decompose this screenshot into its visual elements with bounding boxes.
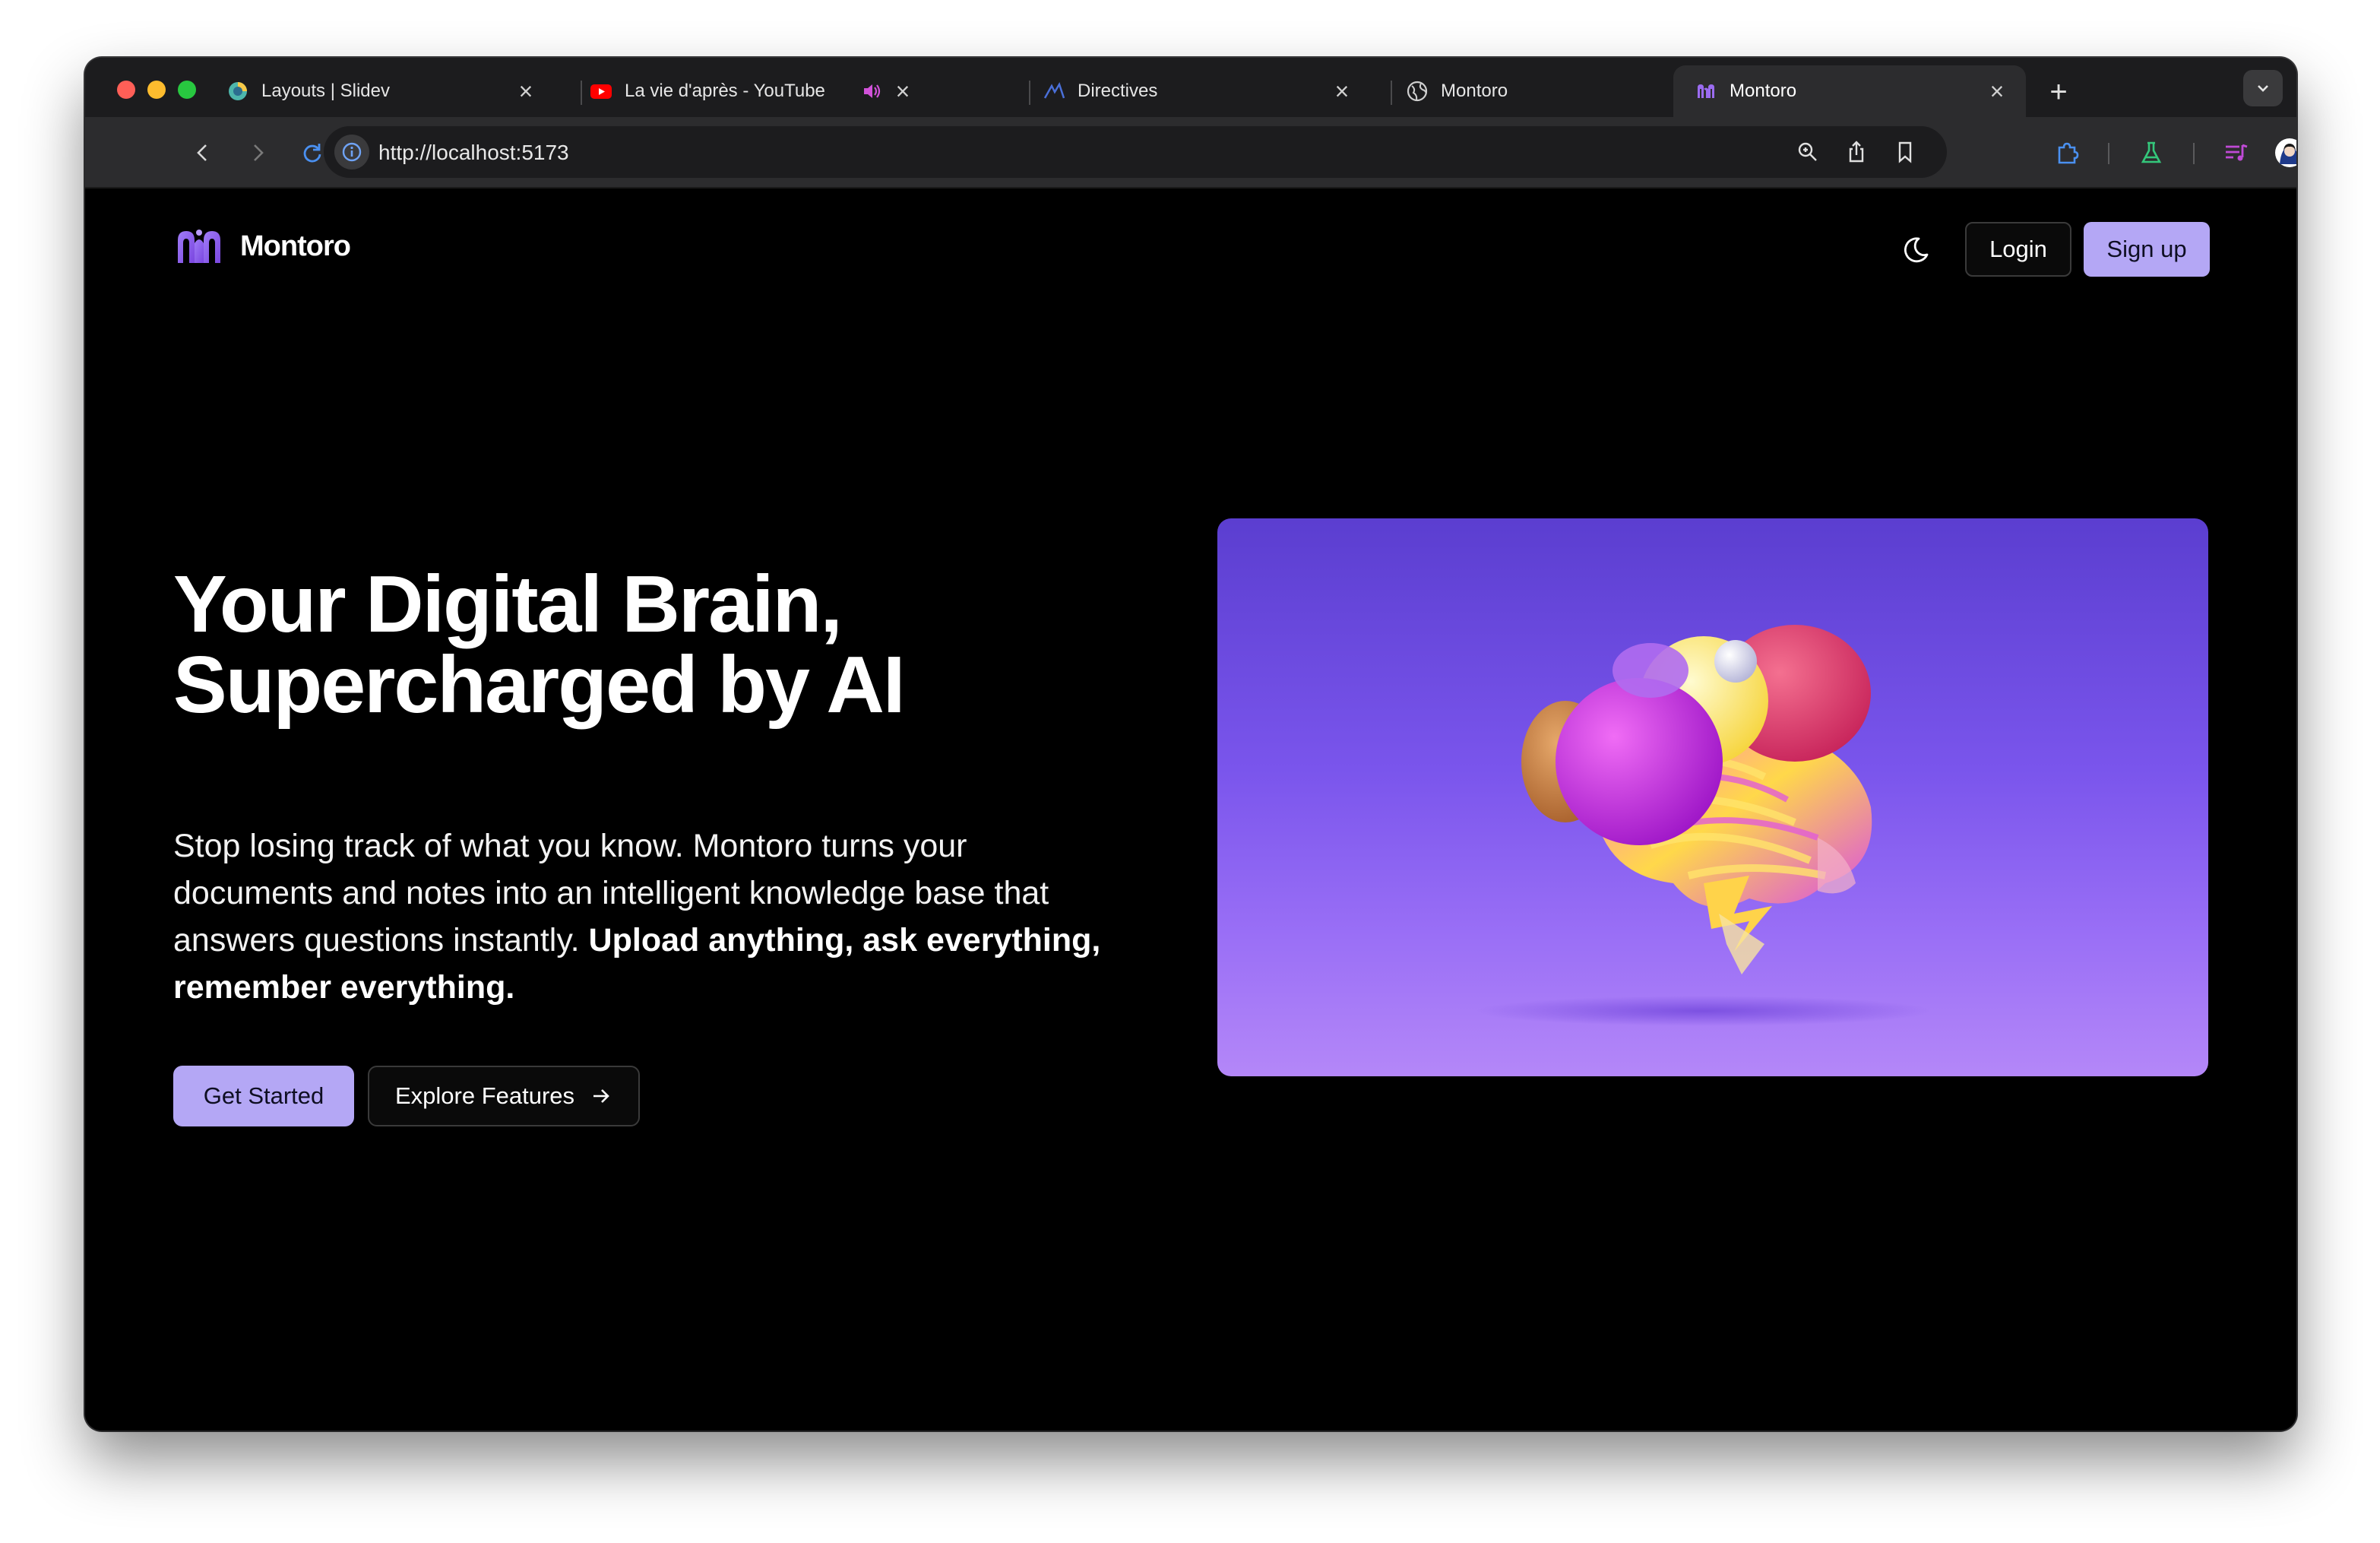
tab-title: Layouts | Slidev (261, 81, 390, 101)
forward-button[interactable] (239, 134, 277, 172)
avatar (2275, 138, 2296, 167)
explore-features-button[interactable]: Explore Features (368, 1066, 640, 1126)
back-arrow-icon (197, 144, 207, 161)
tab-title: Montoro (1441, 81, 1508, 101)
tab-strip: Layouts | Slidev × La vie d'après - YouT… (85, 58, 2296, 117)
arrow-right-icon (590, 1085, 612, 1107)
hero-title: Your Digital Brain, Supercharged by AI (173, 564, 1237, 725)
bookmark-button[interactable] (1886, 133, 1924, 171)
signup-button[interactable]: Sign up (2084, 222, 2210, 277)
share-button[interactable] (1837, 133, 1875, 171)
minimize-window-button[interactable] (147, 81, 166, 99)
montoro-icon (1698, 84, 1714, 98)
browser-window: Layouts | Slidev × La vie d'après - YouT… (85, 58, 2296, 1431)
get-started-label: Get Started (203, 1082, 324, 1109)
tab-youtube[interactable]: La vie d'après - YouTube × (568, 65, 932, 117)
reload-icon (303, 144, 321, 163)
tab-list-button[interactable] (2243, 70, 2283, 106)
url-text[interactable]: http://localhost:5173 (378, 141, 569, 165)
tab-slidev[interactable]: Layouts | Slidev × (205, 65, 555, 117)
close-tab-icon[interactable]: × (888, 76, 918, 106)
playlist-icon (2226, 144, 2248, 161)
tab-title: La vie d'après - YouTube (625, 81, 825, 101)
explore-features-label: Explore Features (394, 1082, 575, 1109)
site-info-button[interactable] (334, 135, 369, 170)
chevron-down-icon (2258, 85, 2268, 92)
navigation-toolbar: http://localhost:5173 (85, 117, 2296, 189)
audio-playing-icon[interactable] (860, 80, 883, 103)
globe-icon (1407, 81, 1428, 102)
close-tab-icon[interactable]: × (511, 76, 541, 106)
tab-title: Montoro (1730, 81, 1797, 101)
flask-icon (2141, 141, 2162, 163)
puzzle-icon (2058, 142, 2079, 164)
extensions-button[interactable] (2049, 134, 2087, 172)
brand-name: Montoro (240, 230, 351, 262)
back-button[interactable] (184, 134, 222, 172)
zoom-icon (1798, 142, 1817, 161)
page-content: Montoro Login Sign up Your Digital Brain… (85, 189, 2296, 1431)
hero-description: Stop losing track of what you know. Mont… (173, 822, 1131, 1011)
tab-directives[interactable]: Directives × (1021, 65, 1371, 117)
tab-montoro-active[interactable]: Montoro × (1673, 65, 2026, 117)
montoro-logo-icon (178, 230, 220, 263)
directives-icon (1043, 82, 1065, 99)
close-tab-icon[interactable]: × (1327, 76, 1357, 106)
moon-icon (1904, 237, 1929, 263)
zoom-window-button[interactable] (178, 81, 196, 99)
zoom-button[interactable] (1789, 133, 1827, 171)
close-window-button[interactable] (117, 81, 135, 99)
toolbar-divider (2108, 143, 2109, 164)
hero-title-line-1: Your Digital Brain, (173, 559, 843, 649)
theme-toggle-button[interactable] (1891, 225, 1941, 275)
toolbar-divider (2193, 143, 2195, 164)
bookmark-icon (1898, 141, 1912, 163)
labs-button[interactable] (2132, 134, 2170, 172)
address-bar[interactable]: http://localhost:5173 (324, 126, 1947, 178)
forward-arrow-icon (254, 144, 264, 161)
profile-button[interactable] (2271, 134, 2296, 172)
get-started-button[interactable]: Get Started (173, 1066, 354, 1126)
share-icon (1849, 141, 1864, 163)
ai-brain-image (1476, 625, 1932, 1026)
youtube-icon (590, 84, 612, 99)
media-playlist-button[interactable] (2217, 134, 2255, 172)
hero-title-line-2: Supercharged by AI (173, 640, 905, 730)
new-tab-button[interactable]: + (2040, 73, 2078, 111)
tab-title: Directives (1078, 81, 1158, 101)
hero-brain-illustration (1217, 518, 2208, 1076)
close-tab-icon[interactable]: × (1982, 76, 2012, 106)
info-icon (342, 142, 362, 162)
slidev-icon (229, 82, 247, 100)
login-button[interactable]: Login (1965, 222, 2071, 277)
brand-logo[interactable]: Montoro (176, 223, 351, 269)
